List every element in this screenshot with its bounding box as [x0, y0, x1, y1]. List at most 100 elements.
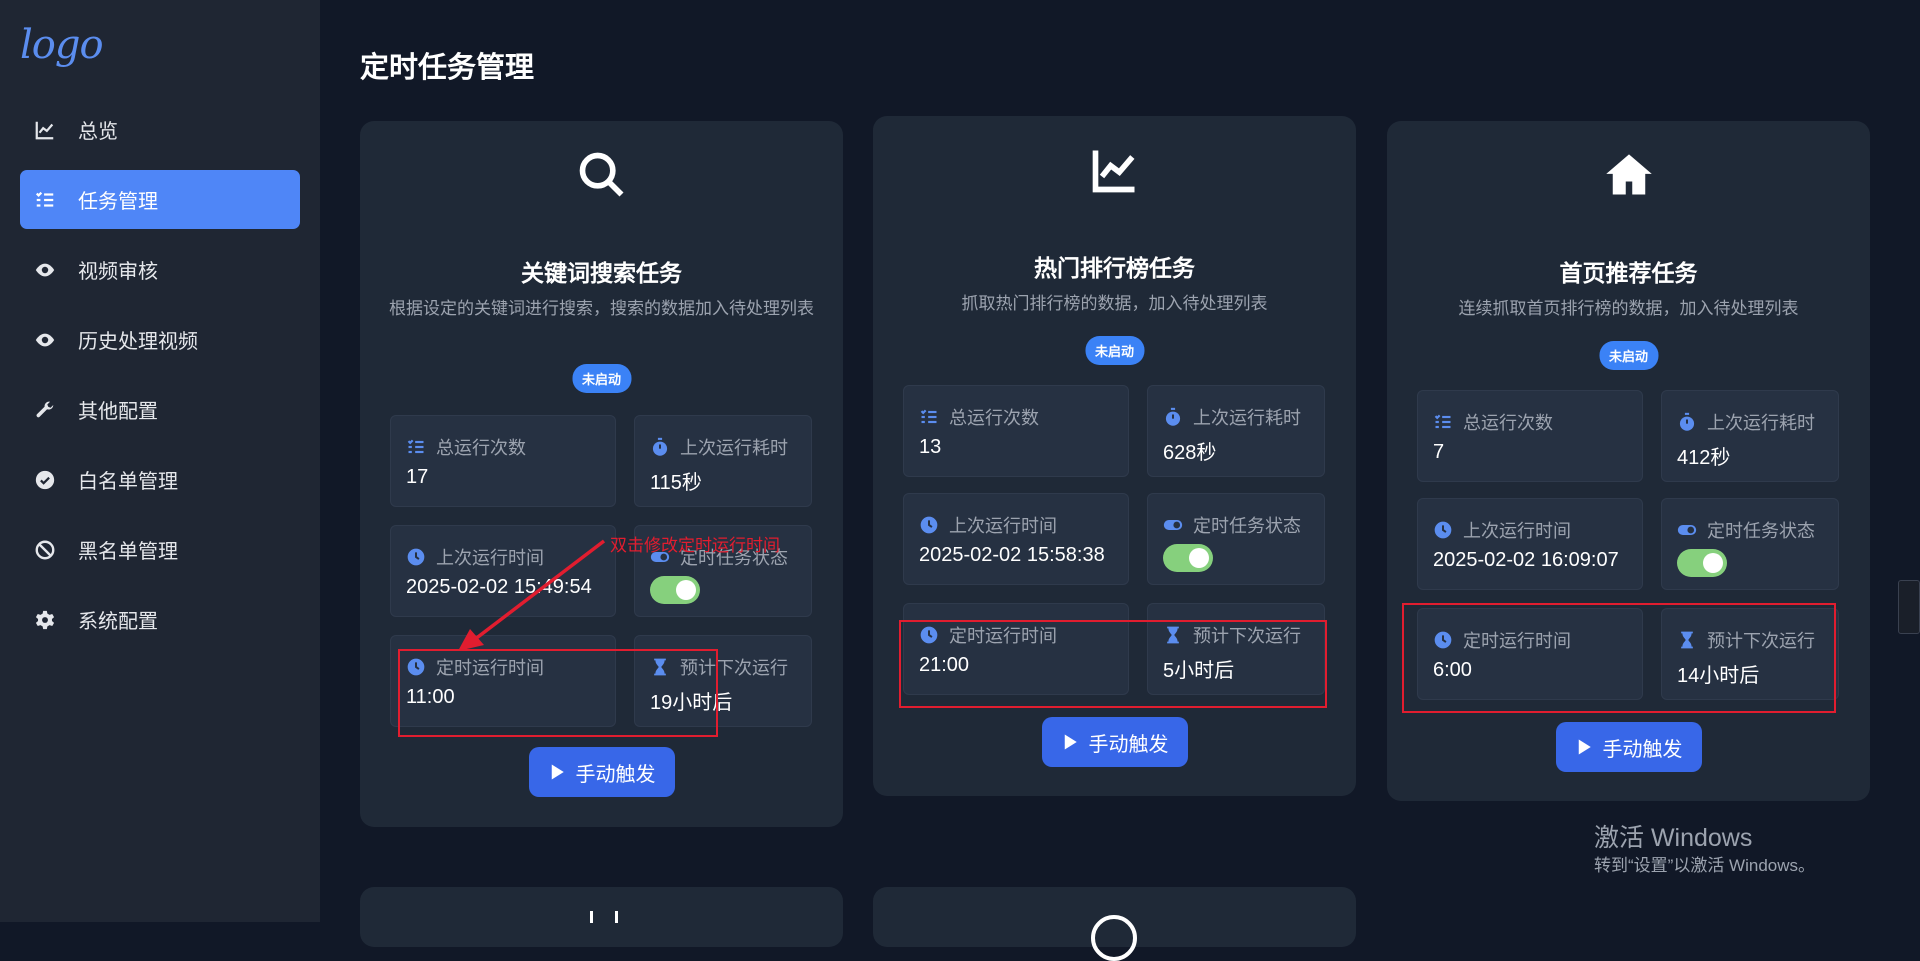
hourglass-icon [1167, 626, 1179, 644]
stat-last-duration: 上次运行耗时 115秒 [634, 415, 812, 507]
stat-schedule-status: 定时任务状态 [1147, 493, 1325, 585]
stat-total-runs: 总运行次数 17 [390, 415, 616, 507]
clock-icon [920, 516, 938, 534]
stat-value: 19小时后 [650, 692, 733, 714]
play-icon [551, 764, 564, 780]
app-logo[interactable]: logo [20, 22, 104, 68]
stopwatch-icon [1679, 412, 1695, 431]
sidebar: logo 总览 任务管理 视频审核 历史处理视频 其他配置 白名单管理 黑名单管… [0, 0, 320, 922]
manual-trigger-button[interactable]: 手动触发 [528, 747, 675, 797]
toggle-icon [1163, 520, 1183, 530]
play-icon [1578, 739, 1591, 755]
stat-next-run: 预计下次运行 14小时后 [1661, 608, 1839, 700]
sidebar-item-history-videos[interactable]: 历史处理视频 [20, 310, 300, 369]
clock-icon [1434, 631, 1452, 649]
stat-last-duration: 上次运行耗时 412秒 [1661, 390, 1839, 482]
stat-value: 21:00 [919, 654, 970, 676]
status-badge: 未启动 [571, 364, 632, 393]
stat-value: 11:00 [406, 686, 455, 708]
play-icon [1064, 734, 1077, 750]
stat-schedule-time[interactable]: 定时运行时间 6:00 [1417, 608, 1643, 700]
sidebar-item-other-config[interactable]: 其他配置 [20, 380, 300, 439]
search-icon [360, 149, 843, 206]
task-card-homepage-recommend: 首页推荐任务 连续抓取首页排行榜的数据，加入待处理列表 未启动 总运行次数 7 … [1387, 121, 1870, 801]
stat-value: 14小时后 [1677, 665, 1760, 687]
schedule-toggle[interactable] [1163, 544, 1213, 572]
card-description: 连续抓取首页排行榜的数据，加入待处理列表 [1458, 299, 1799, 318]
sidebar-item-label: 任务管理 [78, 191, 158, 213]
sidebar-item-label: 视频审核 [78, 261, 158, 283]
stat-value: 13 [919, 436, 942, 458]
list-check-icon [920, 409, 937, 424]
annotation-text: 双击修改定时运行时间 [610, 536, 780, 555]
card-title: 首页推荐任务 [1559, 260, 1698, 286]
stat-label: 总运行次数 [1463, 413, 1553, 433]
stopwatch-icon [652, 437, 668, 456]
stat-value: 6:00 [1433, 659, 1472, 681]
sidebar-item-system-config[interactable]: 系统配置 [20, 590, 300, 649]
eye-icon [32, 257, 58, 283]
stat-label: 上次运行耗时 [680, 438, 788, 458]
sidebar-item-label: 其他配置 [78, 401, 158, 423]
page-title: 定时任务管理 [360, 52, 535, 84]
button-label: 手动触发 [1602, 738, 1683, 761]
status-badge: 未启动 [1084, 336, 1145, 365]
task-card-hot-ranking: 热门排行榜任务 抓取热门排行榜的数据，加入待处理列表 未启动 总运行次数 13 … [873, 116, 1356, 796]
stat-next-run: 预计下次运行 5小时后 [1147, 603, 1325, 695]
manual-trigger-button[interactable]: 手动触发 [1041, 717, 1188, 767]
manual-trigger-button[interactable]: 手动触发 [1555, 722, 1702, 772]
scrollbar-handle[interactable] [1898, 580, 1920, 634]
list-check-icon [32, 187, 58, 213]
stat-value: 2025-02-02 16:09:07 [1433, 549, 1619, 571]
schedule-toggle[interactable] [650, 576, 700, 604]
ban-icon [32, 537, 58, 563]
stat-label: 上次运行耗时 [1707, 413, 1815, 433]
stat-value: 115秒 [650, 472, 702, 494]
stat-label: 定时运行时间 [436, 658, 544, 678]
sidebar-item-label: 总览 [78, 121, 118, 143]
stat-label: 上次运行时间 [949, 516, 1057, 536]
wrench-icon [32, 397, 58, 423]
stat-value: 5小时后 [1163, 660, 1235, 682]
hourglass-icon [1681, 631, 1693, 649]
sidebar-item-video-review[interactable]: 视频审核 [20, 240, 300, 299]
list-check-icon [1434, 414, 1451, 429]
sidebar-item-label: 系统配置 [78, 611, 158, 633]
sidebar-item-blacklist[interactable]: 黑名单管理 [20, 520, 300, 579]
toggle-icon [1677, 525, 1697, 535]
stat-schedule-status: 定时任务状态 [1661, 498, 1839, 590]
sidebar-item-label: 白名单管理 [78, 471, 178, 493]
stat-next-run: 预计下次运行 19小时后 [634, 635, 812, 727]
stat-value: 2025-02-02 15:58:38 [919, 544, 1105, 566]
eye-icon [32, 327, 58, 353]
hourglass-icon [654, 658, 666, 676]
stat-label: 总运行次数 [949, 408, 1039, 428]
stat-total-runs: 总运行次数 7 [1417, 390, 1643, 482]
sidebar-item-task-management[interactable]: 任务管理 [20, 170, 300, 229]
card-title: 关键词搜索任务 [521, 260, 682, 286]
sidebar-nav: 总览 任务管理 视频审核 历史处理视频 其他配置 白名单管理 黑名单管理 系统配… [20, 100, 300, 660]
card-description: 根据设定的关键词进行搜索，搜索的数据加入待处理列表 [389, 299, 814, 318]
card-icon-partial [590, 911, 618, 923]
stat-label: 定时运行时间 [1463, 631, 1571, 651]
stat-label: 定时任务状态 [1193, 516, 1301, 536]
clock-icon [1434, 521, 1452, 539]
sidebar-item-label: 黑名单管理 [78, 541, 178, 563]
task-card-partial [360, 887, 843, 947]
stat-last-run-time: 上次运行时间 2025-02-02 15:58:38 [903, 493, 1129, 585]
stat-value: 17 [406, 466, 429, 488]
stat-schedule-time[interactable]: 定时运行时间 21:00 [903, 603, 1129, 695]
stopwatch-icon [1165, 407, 1181, 426]
stat-label: 预计下次运行 [1193, 626, 1301, 646]
stat-label: 上次运行耗时 [1193, 408, 1301, 428]
card-title: 热门排行榜任务 [1034, 255, 1195, 281]
stat-value: 7 [1433, 441, 1445, 463]
stat-value: 628秒 [1163, 442, 1217, 464]
stat-value: 412秒 [1677, 447, 1731, 469]
sidebar-item-overview[interactable]: 总览 [20, 100, 300, 159]
sidebar-item-whitelist[interactable]: 白名单管理 [20, 450, 300, 509]
windows-activation-subtitle: 转到“设置”以激活 Windows。 [1594, 856, 1816, 875]
main-content: 定时任务管理 关键词搜索任务 根据设定的关键词进行搜索，搜索的数据加入待处理列表… [320, 0, 1920, 961]
annotation-arrow [458, 539, 606, 651]
schedule-toggle[interactable] [1677, 549, 1727, 577]
